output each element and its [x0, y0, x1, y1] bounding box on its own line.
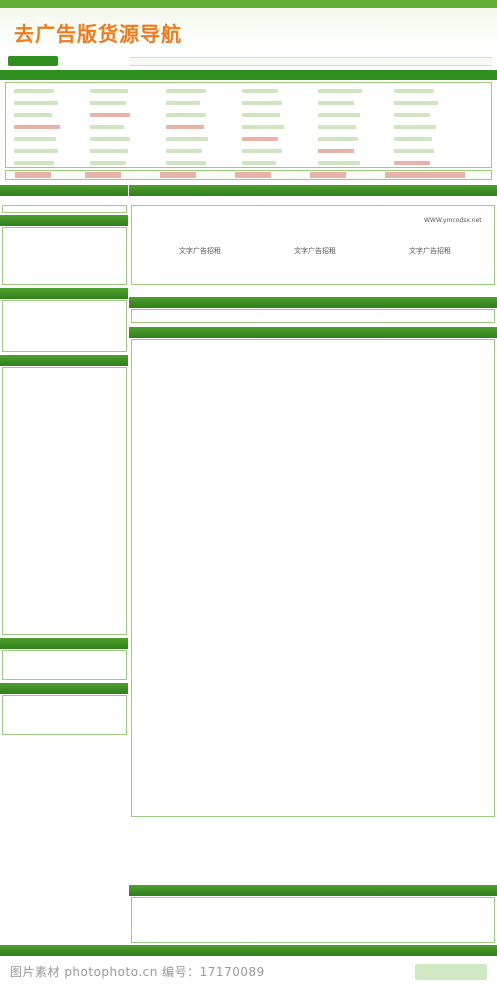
friend-links-bar [0, 945, 497, 956]
recommend-bar [129, 185, 497, 196]
stats-bar [0, 683, 128, 694]
ranking-list [131, 339, 495, 817]
ad-banner[interactable]: 文字广告招租 [179, 246, 221, 256]
tools-bar [129, 885, 497, 896]
tab-2[interactable] [85, 172, 121, 178]
more-sources-box [131, 309, 495, 323]
ad-banner[interactable]: 文字广告招租 [409, 246, 451, 256]
site-logo[interactable]: 去广告版货源导航 [14, 18, 182, 47]
source-category-bar [0, 355, 128, 366]
tab-6[interactable] [385, 172, 465, 178]
newest-sites-list [2, 300, 127, 352]
left-column [0, 205, 129, 945]
newest-sites-bar [0, 288, 128, 299]
right-column: WWW.ymcodsx.net 文字广告招租 文字广告招租 文字广告招租 [129, 205, 497, 945]
more-sources-bar [129, 297, 497, 308]
tools-box [131, 897, 495, 943]
ad-banner[interactable]: 文字广告招租 [294, 246, 336, 256]
tab-3[interactable] [160, 172, 196, 178]
tab-5[interactable] [310, 172, 346, 178]
announce-row [0, 70, 497, 80]
ranking-bar [129, 327, 497, 338]
watermark-text: 图片素材 photophoto.cn 编号：17170089 [10, 965, 265, 979]
welcome-bar [0, 638, 128, 649]
weather-bar [0, 185, 128, 196]
tab-1[interactable] [15, 172, 51, 178]
source-category-list [2, 367, 127, 635]
today-ranking-list [2, 227, 127, 285]
join-button[interactable] [8, 56, 58, 66]
header-links-row1 [130, 57, 492, 66]
welcome-box [2, 650, 127, 680]
tab-4[interactable] [235, 172, 271, 178]
weather-box [2, 205, 127, 213]
ad-site: WWW.ymcodsx.net [424, 217, 482, 224]
stats-box [2, 695, 127, 735]
top-nav-bar [0, 0, 497, 8]
today-ranking-bar [0, 215, 128, 226]
watermark-logo [415, 964, 487, 980]
